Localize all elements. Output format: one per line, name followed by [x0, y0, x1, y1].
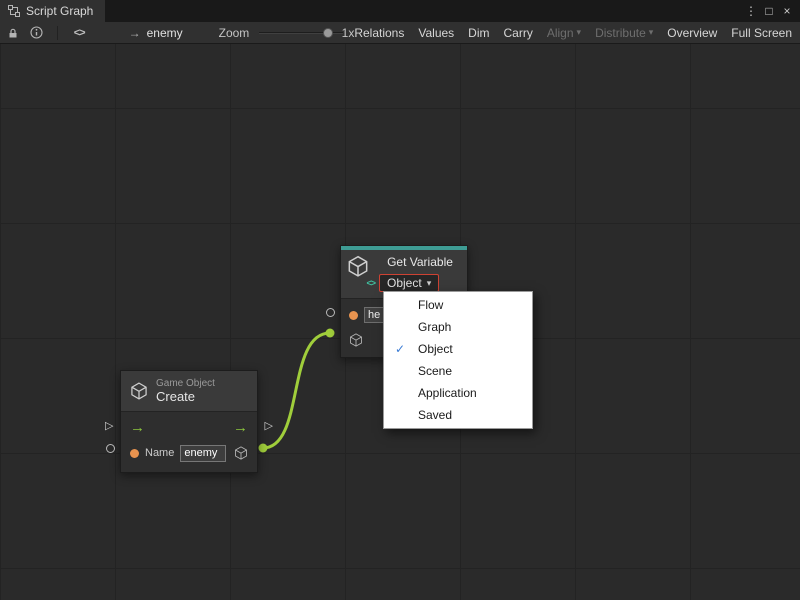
- distribute-label: Distribute: [595, 26, 646, 40]
- edit-graph-icon[interactable]: <>: [74, 27, 85, 39]
- close-icon[interactable]: ×: [778, 4, 796, 18]
- input-ring-port[interactable]: [106, 444, 115, 453]
- flow-ports-row: → →: [121, 418, 257, 438]
- variable-scope-dropdown[interactable]: Object ▾: [379, 274, 439, 292]
- get-variable-header-col: Get Variable Object ▾: [379, 255, 461, 292]
- node-title: Get Variable: [387, 255, 453, 269]
- tab-label: Script Graph: [26, 4, 93, 18]
- maximize-icon[interactable]: □: [760, 4, 778, 18]
- menu-item-scene[interactable]: Scene: [384, 360, 532, 382]
- carry-button[interactable]: Carry: [504, 26, 533, 40]
- node-subtitle: Game Object: [156, 378, 215, 389]
- lock-icon[interactable]: [5, 24, 21, 42]
- game-object-cube-icon: [130, 382, 148, 400]
- name-value-input[interactable]: [180, 445, 226, 462]
- zoom-value: 1x: [342, 26, 355, 40]
- relations-label: Relations: [354, 26, 404, 40]
- breadcrumb[interactable]: → enemy: [129, 26, 183, 40]
- string-port-icon[interactable]: [349, 311, 358, 320]
- output-object-cube-icon[interactable]: [234, 446, 248, 460]
- graph-icon: [8, 5, 20, 17]
- graph-toolbar: <> → enemy Zoom 1x Relations Values Dim …: [0, 22, 800, 44]
- overview-label: Overview: [667, 26, 717, 40]
- create-game-object-node[interactable]: Game Object Create → → Name: [120, 370, 258, 473]
- relations-button[interactable]: Relations: [354, 26, 404, 40]
- menu-item-label: Object: [418, 342, 453, 356]
- chevron-down-icon: ▾: [649, 27, 654, 38]
- overview-button[interactable]: Overview: [667, 26, 717, 40]
- align-label: Align: [547, 26, 574, 40]
- menu-item-application[interactable]: Application: [384, 382, 532, 404]
- align-button: Align▾: [547, 26, 581, 40]
- variable-cube-icon: <>: [347, 255, 373, 285]
- scope-value: Object: [387, 276, 422, 290]
- name-port-row: Name: [121, 443, 257, 463]
- toolbar-buttons: Relations Values Dim Carry Align▾ Distri…: [354, 26, 800, 40]
- window-controls: ⋮ □ ×: [742, 0, 800, 22]
- zoom-slider-handle[interactable]: [323, 28, 333, 38]
- create-node-body: → → Name: [121, 411, 257, 472]
- distribute-button: Distribute▾: [595, 26, 653, 40]
- dim-label: Dim: [468, 26, 489, 40]
- chevron-down-icon: ▾: [577, 27, 582, 38]
- menu-item-label: Scene: [418, 364, 452, 378]
- wire-endpoint-source[interactable]: [259, 444, 268, 453]
- create-node-header[interactable]: Game Object Create: [121, 371, 257, 411]
- flow-in-triangle-port[interactable]: ▷: [105, 421, 113, 431]
- flow-in-arrow-icon[interactable]: →: [130, 421, 145, 435]
- code-badge-icon: <>: [366, 278, 375, 288]
- chevron-down-icon: ▾: [427, 278, 432, 289]
- zoom-label: Zoom: [219, 26, 250, 40]
- fullscreen-label: Full Screen: [731, 26, 792, 40]
- node-title: Create: [156, 389, 215, 404]
- title-bar: Script Graph ⋮ □ ×: [0, 0, 800, 22]
- carry-label: Carry: [504, 26, 533, 40]
- menu-item-label: Saved: [418, 408, 452, 422]
- fullscreen-button[interactable]: Full Screen: [731, 26, 792, 40]
- values-label: Values: [418, 26, 454, 40]
- create-node-titles: Game Object Create: [156, 378, 215, 404]
- flow-out-triangle-port[interactable]: ▷: [265, 421, 273, 431]
- input-ring-port[interactable]: [326, 308, 335, 317]
- breadcrumb-arrow-icon: →: [129, 26, 141, 40]
- menu-item-label: Graph: [418, 320, 451, 334]
- window-menu-icon[interactable]: ⋮: [742, 4, 760, 18]
- string-port-icon[interactable]: [130, 449, 139, 458]
- wire-path[interactable]: [263, 333, 330, 448]
- menu-item-label: Application: [418, 386, 477, 400]
- check-icon: ✓: [395, 338, 405, 360]
- flow-out-arrow-icon[interactable]: →: [233, 421, 248, 435]
- toolbar-separator: [57, 26, 58, 40]
- name-port-label: Name: [145, 447, 174, 459]
- graph-canvas[interactable]: <> Get Variable Object ▾: [0, 44, 800, 600]
- object-port-cube-icon[interactable]: [349, 333, 363, 347]
- values-button[interactable]: Values: [418, 26, 454, 40]
- dim-button[interactable]: Dim: [468, 26, 489, 40]
- wire-endpoint-target[interactable]: [326, 329, 335, 338]
- scope-dropdown-menu: Flow Graph ✓ Object Scene Application Sav…: [383, 291, 533, 429]
- menu-item-label: Flow: [418, 298, 443, 312]
- tab-script-graph[interactable]: Script Graph: [0, 0, 105, 22]
- menu-item-saved[interactable]: Saved: [384, 404, 532, 426]
- zoom-slider[interactable]: [259, 28, 333, 38]
- menu-item-graph[interactable]: Graph: [384, 316, 532, 338]
- breadcrumb-graph-name: enemy: [147, 26, 183, 40]
- script-graph-window: Script Graph ⋮ □ × <> → enemy: [0, 0, 800, 600]
- info-icon[interactable]: [29, 24, 45, 42]
- menu-item-flow[interactable]: Flow: [384, 294, 532, 316]
- menu-item-object[interactable]: ✓ Object: [384, 338, 532, 360]
